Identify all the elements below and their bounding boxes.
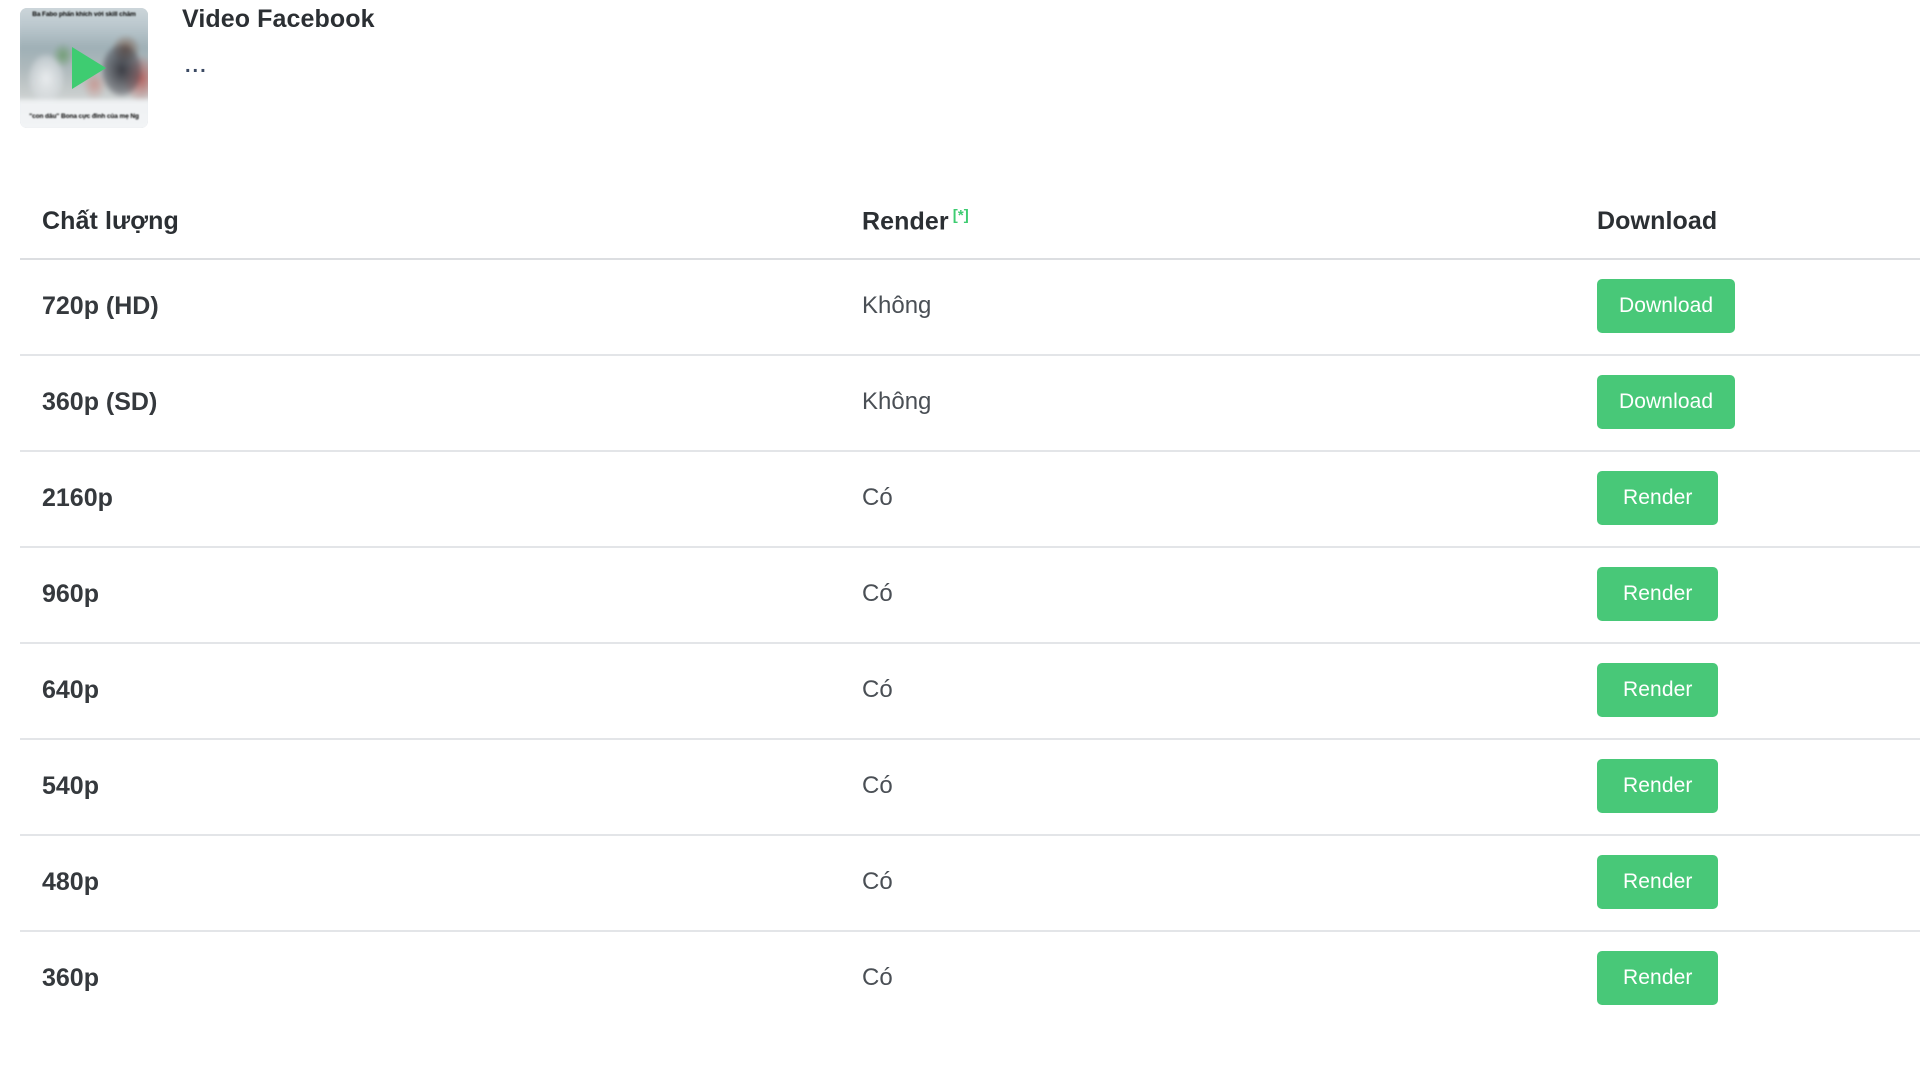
page-root: Ba Fabo phấn khích với skill chăm "con d… xyxy=(0,0,1920,1080)
page-title: Video Facebook xyxy=(182,5,375,33)
cell-render: Có xyxy=(862,772,893,799)
cell-action: Render xyxy=(1597,759,1896,813)
download-button[interactable]: Download xyxy=(1597,279,1736,333)
cell-action: Download xyxy=(1597,375,1896,429)
render-footnote-marker: [*] xyxy=(952,206,969,224)
video-thumbnail[interactable]: Ba Fabo phấn khích với skill chăm "con d… xyxy=(20,8,148,128)
play-icon[interactable] xyxy=(72,47,106,89)
column-header-render-label: Render xyxy=(862,207,949,235)
table-row: 960p Có Render xyxy=(0,546,1920,642)
cell-render: Có xyxy=(862,484,893,511)
cell-quality: 360p (SD) xyxy=(42,387,158,416)
thumbnail-caption-bottom: "con dâu" Bona cực đỉnh của mẹ Ng xyxy=(29,113,139,120)
thumbnail-caption-top: Ba Fabo phấn khích với skill chăm xyxy=(32,11,136,18)
cell-quality: 2160p xyxy=(42,483,113,512)
cell-quality: 360p xyxy=(42,963,99,992)
cell-render: Có xyxy=(862,964,893,991)
cell-action: Render xyxy=(1597,471,1896,525)
table-header-row: Chất lượng Render [*] Download xyxy=(0,150,1920,258)
cell-render: Có xyxy=(862,868,893,895)
table-row: 360p (SD) Không Download xyxy=(0,354,1920,450)
video-card: Ba Fabo phấn khích với skill chăm "con d… xyxy=(0,0,1920,140)
column-header-download: Download xyxy=(1597,207,1718,235)
quality-table: Chất lượng Render [*] Download 720p (HD) … xyxy=(0,150,1920,1026)
cell-action: Download xyxy=(1597,279,1896,333)
cell-render: Không xyxy=(862,292,932,319)
download-button[interactable]: Download xyxy=(1597,375,1736,429)
table-row: 2160p Có Render xyxy=(0,450,1920,546)
render-button[interactable]: Render xyxy=(1597,759,1719,813)
cell-quality: 720p (HD) xyxy=(42,291,159,320)
video-description: ... xyxy=(185,55,208,77)
cell-render: Có xyxy=(862,580,893,607)
cell-action: Render xyxy=(1597,567,1896,621)
cell-quality: 960p xyxy=(42,579,99,608)
cell-action: Render xyxy=(1597,951,1896,1005)
table-row: 480p Có Render xyxy=(0,834,1920,930)
table-row: 640p Có Render xyxy=(0,642,1920,738)
cell-quality: 640p xyxy=(42,675,99,704)
render-button[interactable]: Render xyxy=(1597,663,1719,717)
render-button[interactable]: Render xyxy=(1597,471,1719,525)
column-header-render: Render [*] xyxy=(862,207,1597,236)
cell-quality: 480p xyxy=(42,867,99,896)
column-header-quality: Chất lượng xyxy=(42,207,179,235)
render-button[interactable]: Render xyxy=(1597,855,1719,909)
cell-action: Render xyxy=(1597,663,1896,717)
table-row: 360p Có Render xyxy=(0,930,1920,1026)
table-row: 720p (HD) Không Download xyxy=(0,258,1920,354)
table-row: 540p Có Render xyxy=(0,738,1920,834)
cell-action: Render xyxy=(1597,855,1896,909)
cell-render: Không xyxy=(862,388,932,415)
render-button[interactable]: Render xyxy=(1597,951,1719,1005)
cell-render: Có xyxy=(862,676,893,703)
cell-quality: 540p xyxy=(42,771,99,800)
render-button[interactable]: Render xyxy=(1597,567,1719,621)
